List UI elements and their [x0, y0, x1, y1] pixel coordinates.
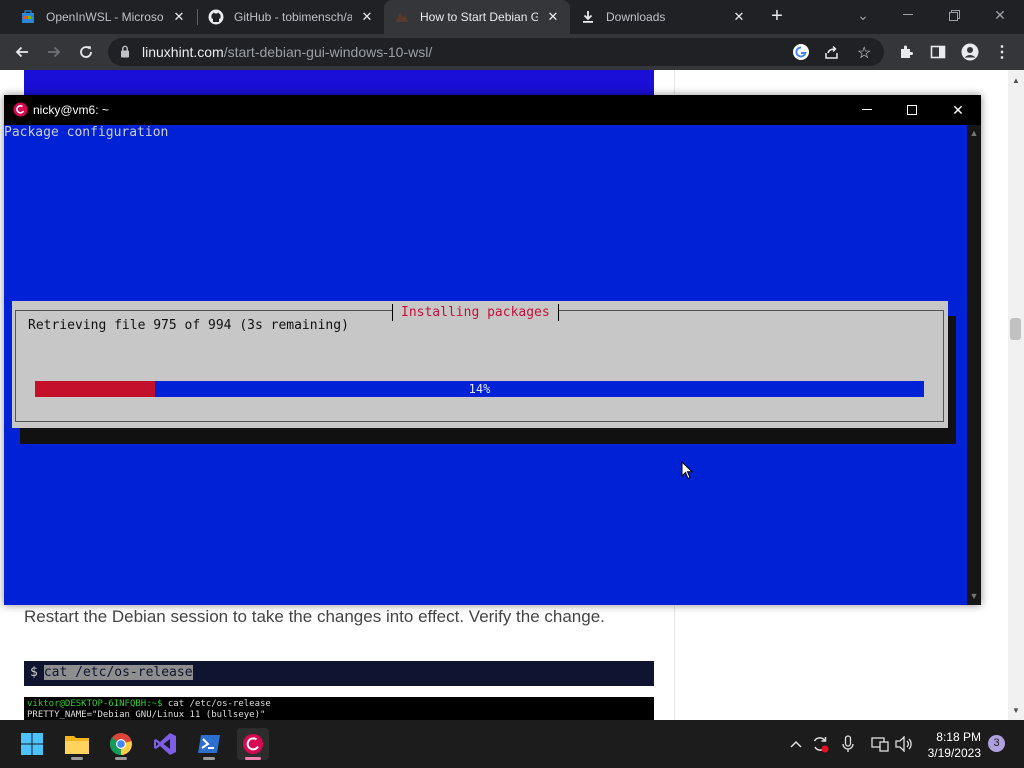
- debian-icon[interactable]: [237, 728, 269, 760]
- terminal-title: nicky@vm6: ~: [33, 103, 109, 117]
- terminal-titlebar[interactable]: nicky@vm6: ~ ✕: [4, 95, 981, 125]
- page-scrollbar[interactable]: [1008, 70, 1024, 720]
- terminal-maximize-button[interactable]: [889, 95, 935, 125]
- progress-label: 14%: [468, 382, 491, 396]
- reload-button[interactable]: [74, 40, 98, 64]
- article-paragraph: Restart the Debian session to take the c…: [24, 607, 605, 626]
- visual-studio-icon[interactable]: [149, 728, 181, 760]
- clock-date: 3/19/2023: [927, 746, 981, 760]
- close-icon[interactable]: ✕: [360, 9, 374, 25]
- mouse-cursor-icon: [681, 460, 694, 485]
- browser-tab-bar: OpenInWSL - Microsof ✕ GitHub - tobimens…: [0, 0, 1024, 34]
- scroll-up-icon[interactable]: ▲: [967, 128, 981, 138]
- terminal-close-button[interactable]: ✕: [935, 95, 981, 125]
- installing-packages-dialog: Installing packages Retrieving file 975 …: [12, 301, 948, 428]
- page-scrollbar-thumb[interactable]: [1010, 318, 1021, 340]
- store-icon: [20, 9, 36, 25]
- terminal-scrollbar[interactable]: ▲ ▼: [967, 125, 981, 605]
- package-configuration-header: Package configuration: [4, 125, 169, 140]
- running-indicator: [71, 757, 83, 760]
- progress-bar: 14%: [35, 381, 924, 397]
- menu-icon[interactable]: ⋮: [990, 40, 1014, 64]
- powershell-icon[interactable]: [193, 728, 225, 760]
- code-prompt: $: [30, 665, 38, 680]
- network-icon[interactable]: [870, 734, 890, 754]
- tab-openinwsl[interactable]: OpenInWSL - Microsof ✕: [10, 0, 196, 34]
- windows-start-icon[interactable]: [16, 728, 48, 760]
- new-tab-button[interactable]: +: [766, 5, 788, 27]
- scroll-up-icon[interactable]: ▲: [1010, 76, 1022, 85]
- github-icon: [208, 9, 224, 25]
- restore-button[interactable]: [934, 0, 974, 30]
- tab-github[interactable]: GitHub - tobimensch/a ✕: [198, 0, 384, 34]
- address-bar[interactable]: linuxhint.com/start-debian-gui-windows-1…: [108, 38, 884, 66]
- microphone-icon[interactable]: [838, 734, 858, 754]
- running-indicator: [115, 757, 127, 760]
- browser-toolbar: linuxhint.com/start-debian-gui-windows-1…: [0, 34, 1024, 70]
- code-command[interactable]: cat /etc/os-release: [43, 665, 193, 680]
- google-icon[interactable]: [792, 43, 810, 66]
- url-host: linuxhint.com: [142, 44, 224, 60]
- minimize-button[interactable]: [888, 0, 928, 30]
- back-button[interactable]: [10, 40, 34, 64]
- tab-downloads[interactable]: Downloads ✕: [570, 0, 756, 34]
- lock-icon: [120, 45, 130, 63]
- tab-title: How to Start Debian G: [420, 10, 538, 24]
- scroll-down-icon[interactable]: ▼: [967, 591, 981, 601]
- code-block: $ cat /etc/os-release: [24, 661, 654, 686]
- bookmark-star-icon[interactable]: ☆: [857, 43, 871, 63]
- side-panel-icon[interactable]: [926, 40, 950, 64]
- scroll-down-icon[interactable]: ▼: [1010, 706, 1022, 715]
- close-icon[interactable]: ✕: [546, 9, 560, 25]
- clock-time: 8:18 PM: [936, 730, 981, 744]
- terminal-screenshot: viktor@DESKTOP-6INFQBH:~$ cat /etc/os-re…: [24, 697, 654, 720]
- screenshot-output: PRETTY_NAME="Debian GNU/Linux 11 (bullse…: [27, 710, 266, 720]
- terminal-window: nicky@vm6: ~ ✕ Package configuration Ins…: [4, 95, 981, 605]
- share-icon[interactable]: [824, 44, 840, 65]
- screenshot-prompt: viktor@DESKTOP-6INFQBH:~$: [27, 699, 163, 709]
- close-window-button[interactable]: ✕: [980, 0, 1020, 30]
- tab-search-button[interactable]: ⌄: [843, 0, 883, 30]
- url-text: linuxhint.com/start-debian-gui-windows-1…: [142, 44, 432, 60]
- tab-title: Downloads: [606, 10, 666, 24]
- system-clock[interactable]: 8:18 PM 3/19/2023: [919, 729, 981, 761]
- tab-title: GitHub - tobimensch/a: [234, 10, 352, 24]
- dialog-message: Retrieving file 975 of 994 (3s remaining…: [28, 318, 349, 333]
- terminal-minimize-button[interactable]: [844, 95, 890, 125]
- url-path: /start-debian-gui-windows-10-wsl/: [223, 44, 433, 60]
- dialog-title: Installing packages: [392, 304, 559, 321]
- forward-button[interactable]: [42, 40, 66, 64]
- article-image: [24, 70, 654, 96]
- close-icon[interactable]: ✕: [732, 9, 746, 25]
- terminal-screen[interactable]: Package configuration Installing package…: [4, 125, 967, 605]
- tab-title: OpenInWSL - Microsof: [46, 10, 164, 24]
- notification-badge[interactable]: 3: [988, 735, 1005, 752]
- tab-linuxhint[interactable]: How to Start Debian G ✕: [384, 0, 570, 34]
- debian-icon: [13, 102, 28, 120]
- file-explorer-icon[interactable]: [61, 728, 93, 760]
- running-indicator: [203, 757, 215, 760]
- linuxhint-icon: [394, 9, 410, 25]
- screenshot-command: cat /etc/os-release: [162, 699, 271, 709]
- sync-icon[interactable]: [810, 734, 830, 754]
- extensions-icon[interactable]: [894, 40, 918, 64]
- running-indicator: [245, 757, 261, 760]
- close-icon[interactable]: ✕: [172, 9, 186, 25]
- profile-icon[interactable]: [958, 40, 982, 64]
- taskbar: 8:18 PM 3/19/2023 3: [0, 720, 1024, 768]
- chevron-up-icon[interactable]: [786, 734, 806, 754]
- chrome-icon[interactable]: [105, 728, 137, 760]
- volume-icon[interactable]: [894, 734, 914, 754]
- download-icon: [580, 9, 596, 25]
